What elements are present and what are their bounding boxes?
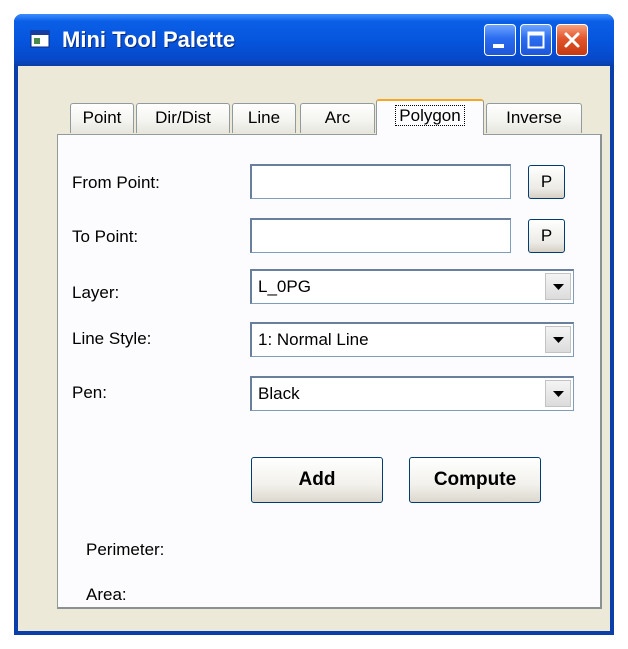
from-point-label: From Point: — [72, 173, 160, 192]
maximize-button[interactable] — [520, 24, 552, 56]
pen-dropdown-button[interactable] — [545, 380, 571, 407]
tab-label: Point — [82, 108, 122, 127]
tab-label: Line — [247, 108, 281, 127]
chevron-down-icon — [553, 284, 564, 290]
line-style-select[interactable]: 1: Normal Line — [250, 322, 574, 357]
layer-select-value: L_0PG — [258, 277, 311, 296]
layer-label: Layer: — [72, 283, 120, 302]
maximize-icon — [527, 31, 545, 49]
title-bar[interactable]: Mini Tool Palette — [14, 14, 614, 66]
tab-inverse[interactable]: Inverse — [486, 103, 582, 133]
compute-button[interactable]: Compute — [409, 457, 541, 503]
add-button[interactable]: Add — [251, 457, 383, 503]
pen-select[interactable]: Black — [250, 376, 574, 411]
chevron-down-icon — [553, 391, 564, 397]
app-window-icon — [30, 30, 50, 48]
tab-label: Polygon — [395, 105, 465, 126]
perimeter-label: Perimeter: — [86, 540, 165, 559]
tab-dir-dist[interactable]: Dir/Dist — [136, 103, 230, 133]
minimize-icon — [493, 44, 504, 48]
from-point-pick-button[interactable]: P — [528, 165, 565, 199]
client-area: Point Dir/Dist Line Arc Polygon Inverse … — [18, 66, 610, 631]
layer-select[interactable]: L_0PG — [250, 269, 574, 304]
tab-point[interactable]: Point — [70, 103, 134, 133]
close-button[interactable] — [556, 24, 588, 56]
to-point-input[interactable] — [250, 218, 511, 253]
to-point-pick-button[interactable]: P — [528, 219, 565, 253]
tab-label: Dir/Dist — [155, 108, 211, 127]
pen-select-value: Black — [258, 384, 300, 403]
tab-polygon[interactable]: Polygon — [376, 99, 484, 135]
close-icon — [564, 32, 580, 48]
tab-line[interactable]: Line — [232, 103, 296, 133]
line-style-label: Line Style: — [72, 329, 152, 348]
tab-label: Arc — [324, 108, 351, 127]
polygon-tab-panel — [57, 134, 602, 609]
mini-tool-palette-window: Mini Tool Palette Point Dir/Dist Line Ar… — [14, 14, 614, 635]
line-style-dropdown-button[interactable] — [545, 326, 571, 353]
tab-label: Inverse — [506, 108, 562, 127]
line-style-select-value: 1: Normal Line — [258, 330, 369, 349]
chevron-down-icon — [553, 337, 564, 343]
layer-dropdown-button[interactable] — [545, 273, 571, 300]
window-title: Mini Tool Palette — [62, 27, 236, 52]
area-label: Area: — [86, 585, 127, 604]
minimize-button[interactable] — [484, 24, 516, 56]
to-point-label: To Point: — [72, 227, 139, 246]
from-point-input[interactable] — [250, 164, 511, 199]
pen-label: Pen: — [72, 383, 107, 402]
tab-arc[interactable]: Arc — [300, 103, 375, 133]
